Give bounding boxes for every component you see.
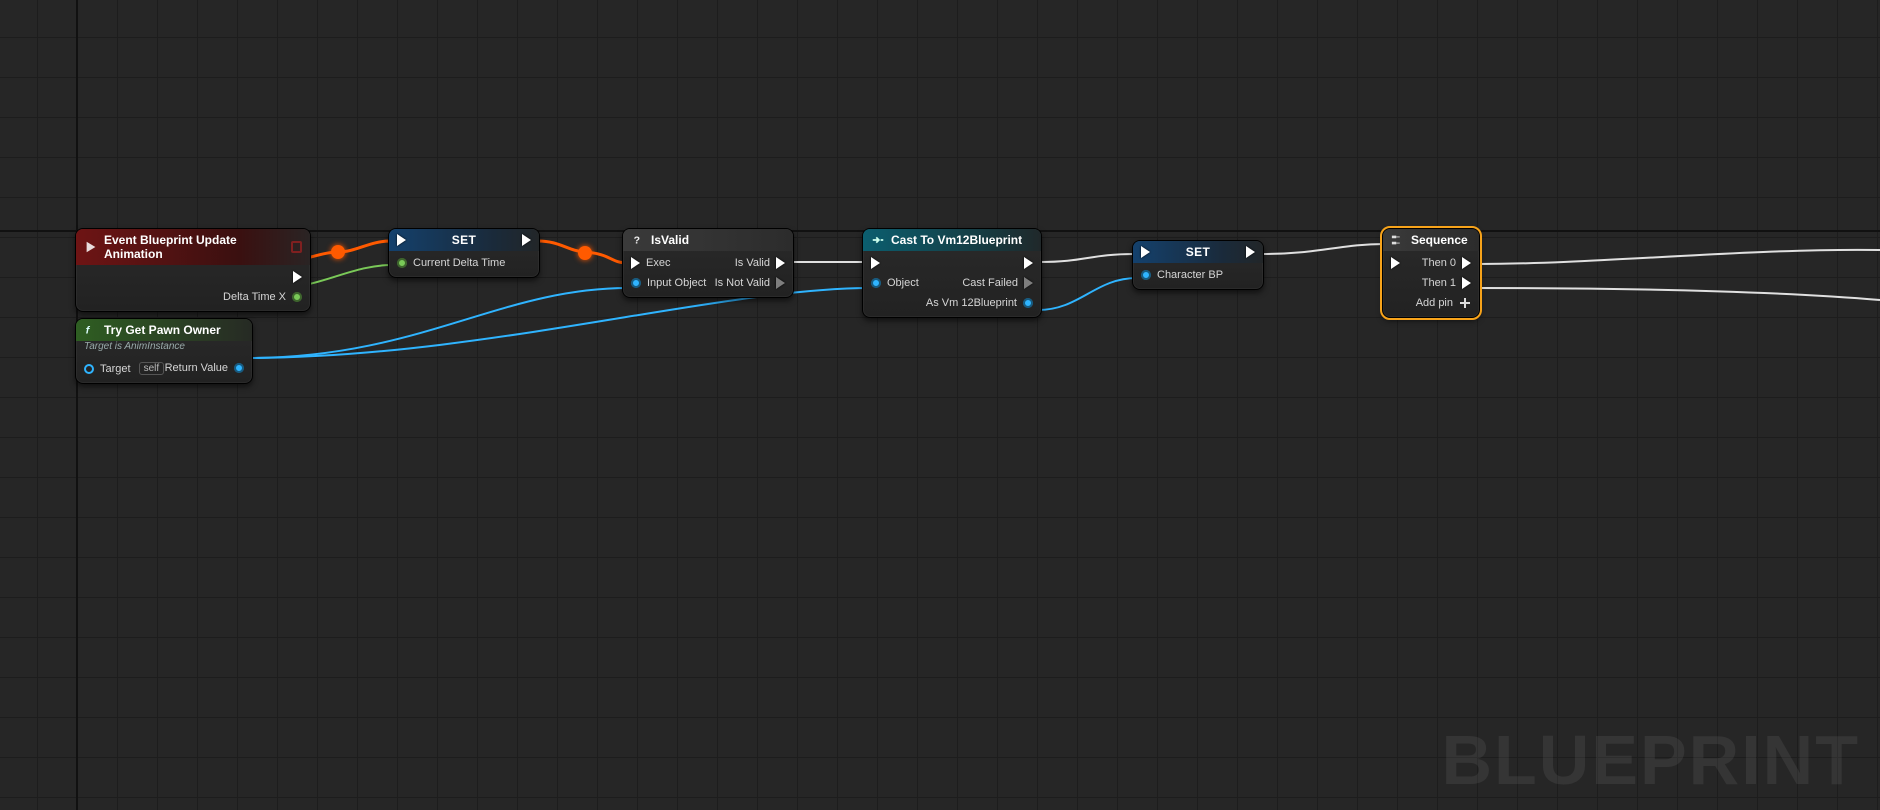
node-cast-to-vm12blueprint[interactable]: Cast To Vm12Blueprint Object Cast Failed…: [862, 228, 1042, 318]
axis-vertical: [76, 0, 78, 810]
pin-label: Object: [887, 277, 919, 289]
pin-label: As Vm 12Blueprint: [926, 297, 1017, 309]
pin-target[interactable]: Target self: [84, 362, 164, 375]
pin-exec-in[interactable]: Exec: [631, 257, 706, 269]
node-set-current-delta-time[interactable]: SET Current Delta Time: [388, 228, 540, 278]
function-icon: f: [84, 323, 98, 337]
node-titlebar: SET: [389, 229, 539, 251]
cast-icon: [871, 233, 885, 247]
node-title: Try Get Pawn Owner: [104, 323, 221, 337]
plus-icon: [1459, 297, 1471, 309]
pin-label: Return Value: [165, 362, 228, 374]
pin-then-1[interactable]: Then 1: [1422, 277, 1471, 289]
pin-exec-out[interactable]: [1246, 246, 1255, 258]
pin-current-delta-time[interactable]: Current Delta Time: [397, 257, 505, 269]
node-try-get-pawn-owner[interactable]: f Try Get Pawn Owner Target is AnimInsta…: [75, 318, 253, 384]
add-pin-label: Add pin: [1416, 297, 1453, 309]
pin-label: Character BP: [1157, 269, 1223, 281]
pin-label: Then 1: [1422, 277, 1456, 289]
reroute-node[interactable]: [331, 245, 345, 259]
node-set-character-bp[interactable]: SET Character BP: [1132, 240, 1264, 290]
pin-cast-failed[interactable]: Cast Failed: [962, 277, 1033, 289]
pin-is-not-valid[interactable]: Is Not Valid: [715, 277, 785, 289]
node-subtitle: Target is AnimInstance: [76, 341, 252, 356]
pin-exec-out[interactable]: [293, 271, 302, 283]
node-titlebar: SET: [1133, 241, 1263, 263]
pin-label: Current Delta Time: [413, 257, 505, 269]
pin-exec-in[interactable]: [1391, 257, 1400, 269]
node-title: IsValid: [651, 233, 689, 247]
pin-return-value[interactable]: Return Value: [165, 362, 244, 374]
pin-input-object[interactable]: Input Object: [631, 277, 706, 289]
svg-text:?: ?: [634, 235, 640, 247]
node-event-blueprint-update-animation[interactable]: Event Blueprint Update Animation Delta T…: [75, 228, 311, 312]
svg-text:f: f: [86, 325, 91, 337]
node-sequence[interactable]: Sequence Then 0 Then 1 Add pin: [1382, 228, 1480, 318]
add-pin-button[interactable]: Add pin: [1416, 297, 1471, 309]
pin-delta-time-x[interactable]: Delta Time X: [223, 291, 302, 303]
pin-label: Delta Time X: [223, 291, 286, 303]
pin-label: Is Not Valid: [715, 277, 770, 289]
pin-exec-in[interactable]: [1141, 246, 1150, 258]
pin-exec-in[interactable]: [397, 234, 406, 246]
question-icon: ?: [631, 233, 645, 247]
pin-label: Exec: [646, 257, 670, 269]
node-isvalid[interactable]: ? IsValid Exec Input Object Is Valid Is …: [622, 228, 794, 298]
breakpoint-toggle[interactable]: [291, 241, 302, 253]
pin-exec-out[interactable]: [1024, 257, 1033, 269]
node-title: SET: [452, 233, 477, 247]
node-titlebar: Event Blueprint Update Animation: [76, 229, 310, 265]
pin-label: Then 0: [1422, 257, 1456, 269]
pin-label: Target: [100, 363, 131, 375]
pin-is-valid[interactable]: Is Valid: [735, 257, 785, 269]
pin-as-vm12blueprint[interactable]: As Vm 12Blueprint: [926, 297, 1033, 309]
pin-label: Cast Failed: [962, 277, 1018, 289]
event-icon: [84, 240, 98, 254]
node-title: Cast To Vm12Blueprint: [891, 233, 1022, 247]
pin-exec-in[interactable]: [871, 257, 919, 269]
pin-object[interactable]: Object: [871, 277, 919, 289]
node-titlebar: f Try Get Pawn Owner: [76, 319, 252, 341]
node-title: SET: [1186, 245, 1211, 259]
self-label: self: [139, 362, 165, 375]
sequence-icon: [1391, 233, 1405, 247]
node-title: Sequence: [1411, 233, 1468, 247]
node-titlebar: Sequence: [1383, 229, 1479, 251]
node-titlebar: Cast To Vm12Blueprint: [863, 229, 1041, 251]
pin-exec-out[interactable]: [522, 234, 531, 246]
pin-character-bp[interactable]: Character BP: [1141, 269, 1223, 281]
node-title: Event Blueprint Update Animation: [104, 233, 285, 261]
reroute-node[interactable]: [578, 246, 592, 260]
graph-canvas[interactable]: [0, 0, 1880, 810]
pin-label: Input Object: [647, 277, 706, 289]
node-titlebar: ? IsValid: [623, 229, 793, 251]
pin-label: Is Valid: [735, 257, 770, 269]
pin-then-0[interactable]: Then 0: [1422, 257, 1471, 269]
